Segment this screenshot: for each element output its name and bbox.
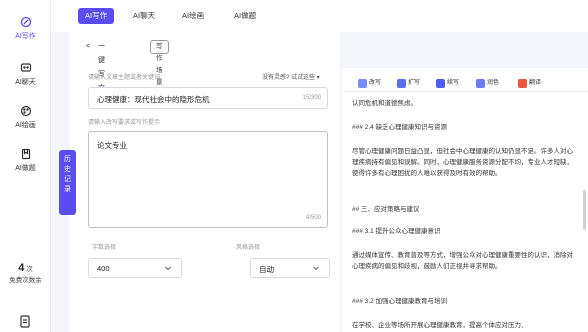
output-paragraph: 在学校、企业等场所开展心理健康教育，提高个体应对压力、 <box>352 322 528 329</box>
translate-icon <box>518 79 527 88</box>
style-select[interactable]: 自动 <box>250 258 330 278</box>
quota-unit: 次 <box>26 266 33 273</box>
topic-input[interactable]: 心理健康：现代社会中的隐形危机 15/300 <box>88 87 328 109</box>
tab-ai-solve[interactable]: AI做题 <box>227 8 263 24</box>
inspiration-link[interactable]: 没有灵感? 试试这些 ▾ <box>262 72 320 81</box>
rail-item-ai-paint[interactable]: AI绘画 <box>0 105 51 130</box>
rail-item-label: AI聊天 <box>15 79 36 86</box>
wordcount-select[interactable]: 400 <box>88 258 182 278</box>
output-heading: ### 3.1 提升公众心理健康意识 <box>352 228 441 235</box>
output-heading: ## 三、应对策略与建议 <box>352 206 420 213</box>
requirement-char-count: 4/500 <box>305 215 321 221</box>
rail-item-ai-write[interactable]: AI写作 <box>0 16 51 41</box>
topic-input-value: 心理健康：现代社会中的隐形危机 <box>97 95 210 104</box>
free-quota: 4 次 免费次数余 <box>0 262 51 284</box>
style-value: 自动 <box>259 265 274 274</box>
top-tab-bar: AI写作 AI聊天 AI绘画 AI做题 <box>51 0 588 32</box>
output-panel: 改写 扩写 续写 润色 翻译 认同危机和道德焦虑。 ### 2.4 缺乏心理健康… <box>342 68 588 332</box>
chevron-down-icon <box>163 263 173 273</box>
scene-switch-button[interactable]: 写作场景切换 <box>150 40 169 110</box>
continue-button[interactable]: 续写 <box>436 78 459 89</box>
history-label: 历史记录 <box>64 156 71 193</box>
output-paragraph: 认同危机和道德焦虑。 <box>352 100 417 107</box>
wordcount-label: 字数选择 <box>92 245 117 251</box>
rail-item-label: AI写作 <box>15 33 36 40</box>
requirement-value: 论文专业 <box>97 141 127 150</box>
rail-item-ai-chat[interactable]: AI聊天 <box>0 62 51 87</box>
history-tab[interactable]: 历史记录 <box>59 150 76 215</box>
bookmark-icon <box>20 148 32 160</box>
quota-label: 免费次数余 <box>9 277 42 284</box>
rail-item-label: AI绘画 <box>15 122 36 129</box>
chat-icon <box>20 62 32 74</box>
quota-number: 4 <box>18 262 25 274</box>
pen-icon <box>20 16 32 28</box>
back-arrow-icon[interactable]: < <box>86 40 94 54</box>
editor-panel: < 一键写文 写作场景切换 请输入文章主题或者关键词 没有灵感? 试试这些 ▾ … <box>70 32 340 332</box>
rail-item-label: AI做题 <box>15 165 36 172</box>
style-label: 风格选择 <box>236 245 261 251</box>
tab-ai-paint[interactable]: AI绘画 <box>175 8 211 24</box>
tab-ai-chat[interactable]: AI聊天 <box>126 8 162 24</box>
polish-button[interactable]: 润色 <box>476 78 499 89</box>
output-paragraph: 通过媒体宣传、教育普及等方式，增强公众对心理健康重要性的认识，消除对心理疾病的偏… <box>352 252 573 270</box>
wordcount-value: 400 <box>97 264 110 273</box>
output-toolbar: 改写 扩写 续写 润色 翻译 <box>342 72 588 92</box>
output-paragraph: 尽管心理健康问题日益凸显，但社会中心理健康的认知仍显不足。许多人对心理疾病持有偏… <box>352 148 573 177</box>
palette-icon <box>20 105 32 117</box>
continue-icon <box>436 79 445 88</box>
title-field-label: 请输入文章主题或者关键词 <box>88 75 161 81</box>
nav-rail: AI写作 AI聊天 AI绘画 AI做题 4 次 免费次数余 <box>0 0 51 332</box>
requirement-textarea[interactable]: 论文专业 4/500 <box>88 131 328 228</box>
rewrite-button[interactable]: 改写 <box>358 78 381 89</box>
expand-button[interactable]: 扩写 <box>397 78 420 89</box>
expand-icon <box>397 79 406 88</box>
topic-char-count: 15/300 <box>302 95 321 101</box>
polish-icon <box>476 79 485 88</box>
translate-button[interactable]: 翻译 <box>518 78 541 89</box>
rail-item-ai-solve[interactable]: AI做题 <box>0 148 51 173</box>
tab-ai-write[interactable]: AI写作 <box>78 8 115 24</box>
output-scrollbar[interactable] <box>583 190 586 230</box>
document-icon[interactable] <box>19 315 31 330</box>
output-heading: ### 3.2 加强心理健康教育与培训 <box>352 298 447 305</box>
chevron-down-icon <box>311 263 321 273</box>
rewrite-icon <box>358 79 367 88</box>
requirement-field-label: 请输入改写要求或写作提示 <box>88 120 161 126</box>
output-heading: ### 2.4 缺乏心理健康知识与资源 <box>352 124 447 131</box>
